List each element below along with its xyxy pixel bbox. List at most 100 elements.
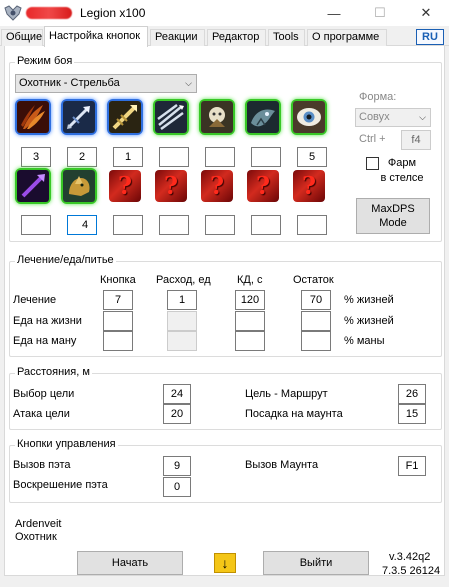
tab-about[interactable]: О программе bbox=[307, 29, 387, 46]
drink-mana-button-input[interactable] bbox=[103, 331, 133, 351]
unknown-icon: ? bbox=[117, 171, 133, 200]
spell-slot-10[interactable]: ? bbox=[109, 170, 141, 202]
spell-key-13[interactable] bbox=[251, 215, 281, 235]
revive-pet-label: Воскрешение пэта bbox=[13, 479, 108, 491]
multi-shot-icon bbox=[155, 101, 187, 133]
spell-slot-12[interactable]: ? bbox=[201, 170, 233, 202]
spell-slot-4[interactable] bbox=[155, 101, 187, 133]
heal-remain-input[interactable]: 70 bbox=[301, 290, 331, 310]
heal-button-input[interactable]: 7 bbox=[103, 290, 133, 310]
window-title: Legion x100 bbox=[80, 6, 146, 20]
col-header-cooldown: КД, с bbox=[237, 274, 263, 286]
revive-pet-key-input[interactable]: 0 bbox=[163, 477, 191, 497]
spell-key-2[interactable]: 2 bbox=[67, 147, 97, 167]
spell-slot-11[interactable]: ? bbox=[155, 170, 187, 202]
col-header-remain: Остаток bbox=[293, 274, 334, 286]
eye-icon bbox=[293, 101, 325, 133]
character-class: Охотник bbox=[15, 531, 57, 543]
minimize-button[interactable]: — bbox=[311, 0, 357, 26]
build-label: 7.3.5 26124 bbox=[382, 565, 441, 577]
spell-key-8[interactable] bbox=[21, 215, 51, 235]
spell-key-5[interactable] bbox=[205, 147, 235, 167]
mount-landing-distance-input[interactable]: 15 bbox=[398, 404, 426, 424]
call-mount-label: Вызов Маунта bbox=[245, 459, 319, 471]
form-select[interactable]: Совух ⌵ bbox=[355, 108, 431, 127]
heal-consumption-input[interactable]: 1 bbox=[167, 290, 197, 310]
spell-key-6[interactable] bbox=[251, 147, 281, 167]
purple-arrow-icon bbox=[17, 170, 49, 202]
spell-key-3[interactable]: 1 bbox=[113, 147, 143, 167]
tab-tools[interactable]: Tools bbox=[268, 29, 305, 46]
spell-slot-3[interactable] bbox=[109, 101, 141, 133]
col-header-consumption: Расход, ед bbox=[156, 274, 211, 286]
tab-general[interactable]: Общие bbox=[1, 29, 43, 46]
version-label: v.3.42q2 bbox=[389, 551, 431, 563]
drink-mana-cooldown-input[interactable] bbox=[235, 331, 265, 351]
control-buttons-group: Кнопки управления bbox=[9, 438, 442, 503]
spell-key-12[interactable] bbox=[205, 215, 235, 235]
exit-button[interactable]: Выйти bbox=[263, 551, 369, 575]
app-logo-icon bbox=[4, 5, 22, 21]
food-health-cooldown-input[interactable] bbox=[235, 311, 265, 331]
food-health-button-input[interactable] bbox=[103, 311, 133, 331]
attack-target-label: Атака цели bbox=[13, 408, 70, 420]
spell-key-1[interactable]: 3 bbox=[21, 147, 51, 167]
spec-select[interactable]: Охотник - Стрельба ⌵ bbox=[15, 74, 197, 93]
hotkey-modifier-label: Ctrl + bbox=[359, 133, 386, 145]
distances-group: Расстояния, м bbox=[9, 366, 442, 430]
heal-cooldown-input[interactable]: 120 bbox=[235, 290, 265, 310]
start-button[interactable]: Начать bbox=[77, 551, 183, 575]
food-health-remain-input[interactable] bbox=[301, 311, 331, 331]
target-route-distance-input[interactable]: 26 bbox=[398, 384, 426, 404]
spell-key-14[interactable] bbox=[297, 215, 327, 235]
col-header-button: Кнопка bbox=[100, 274, 136, 286]
tab-button-settings[interactable]: Настройка кнопок bbox=[44, 26, 148, 47]
pet-icon bbox=[63, 170, 95, 202]
spell-slot-2[interactable] bbox=[63, 101, 95, 133]
attack-target-distance-input[interactable]: 20 bbox=[163, 404, 191, 424]
spell-key-11[interactable] bbox=[159, 215, 189, 235]
heal-row-label: Лечение bbox=[13, 294, 57, 306]
maxdps-mode-button[interactable]: MaxDPS Mode bbox=[356, 198, 430, 234]
spec-select-value: Охотник - Стрельба bbox=[19, 77, 120, 89]
arrow-shot-icon bbox=[63, 101, 95, 133]
unknown-icon: ? bbox=[301, 171, 317, 200]
call-pet-key-input[interactable]: 9 bbox=[163, 456, 191, 476]
mount-landing-label: Посадка на маунта bbox=[245, 408, 343, 420]
tab-bar: Общие Настройка кнопок Реакции Редактор … bbox=[0, 26, 449, 47]
drink-mana-consumption-input bbox=[167, 331, 197, 351]
tab-editor[interactable]: Редактор bbox=[207, 29, 266, 46]
target-select-distance-input[interactable]: 24 bbox=[163, 384, 191, 404]
spell-slot-7[interactable] bbox=[293, 101, 325, 133]
feathers-icon bbox=[17, 101, 49, 133]
close-button[interactable]: ✕ bbox=[403, 0, 449, 26]
drink-mana-remain-input[interactable] bbox=[301, 331, 331, 351]
unknown-icon: ? bbox=[163, 171, 179, 200]
food-health-label: Еда на жизни bbox=[13, 315, 82, 327]
spell-slot-13[interactable]: ? bbox=[247, 170, 279, 202]
spell-key-10[interactable] bbox=[113, 215, 143, 235]
tab-reactions[interactable]: Реакции bbox=[150, 29, 205, 46]
form-hotkey-input[interactable]: f4 bbox=[401, 130, 431, 150]
title-bar: Legion x100 — ☐ ✕ bbox=[0, 0, 449, 26]
chevron-down-icon: ⌵ bbox=[419, 112, 426, 122]
spell-slot-8[interactable] bbox=[17, 170, 49, 202]
spell-key-7[interactable]: 5 bbox=[297, 147, 327, 167]
spell-key-4[interactable] bbox=[159, 147, 189, 167]
spell-slot-9[interactable] bbox=[63, 170, 95, 202]
spell-slot-5[interactable] bbox=[201, 101, 233, 133]
spell-slot-14[interactable]: ? bbox=[293, 170, 325, 202]
spell-slot-6[interactable] bbox=[247, 101, 279, 133]
spell-key-9[interactable]: 4 bbox=[67, 215, 97, 235]
healing-group-title: Лечение/еда/питье bbox=[15, 254, 116, 266]
unknown-icon: ? bbox=[209, 171, 225, 200]
language-button[interactable]: RU bbox=[416, 29, 444, 45]
spell-slot-1[interactable] bbox=[17, 101, 49, 133]
farm-stealth-label: Фарм в стелсе bbox=[380, 157, 424, 184]
call-mount-key-input[interactable]: F1 bbox=[398, 456, 426, 476]
download-arrow-icon[interactable]: ↓ bbox=[214, 553, 236, 573]
maximize-button[interactable]: ☐ bbox=[357, 0, 403, 26]
call-pet-label: Вызов пэта bbox=[13, 459, 71, 471]
combat-mode-title: Режим боя bbox=[15, 55, 75, 67]
distances-group-title: Расстояния, м bbox=[15, 366, 92, 378]
